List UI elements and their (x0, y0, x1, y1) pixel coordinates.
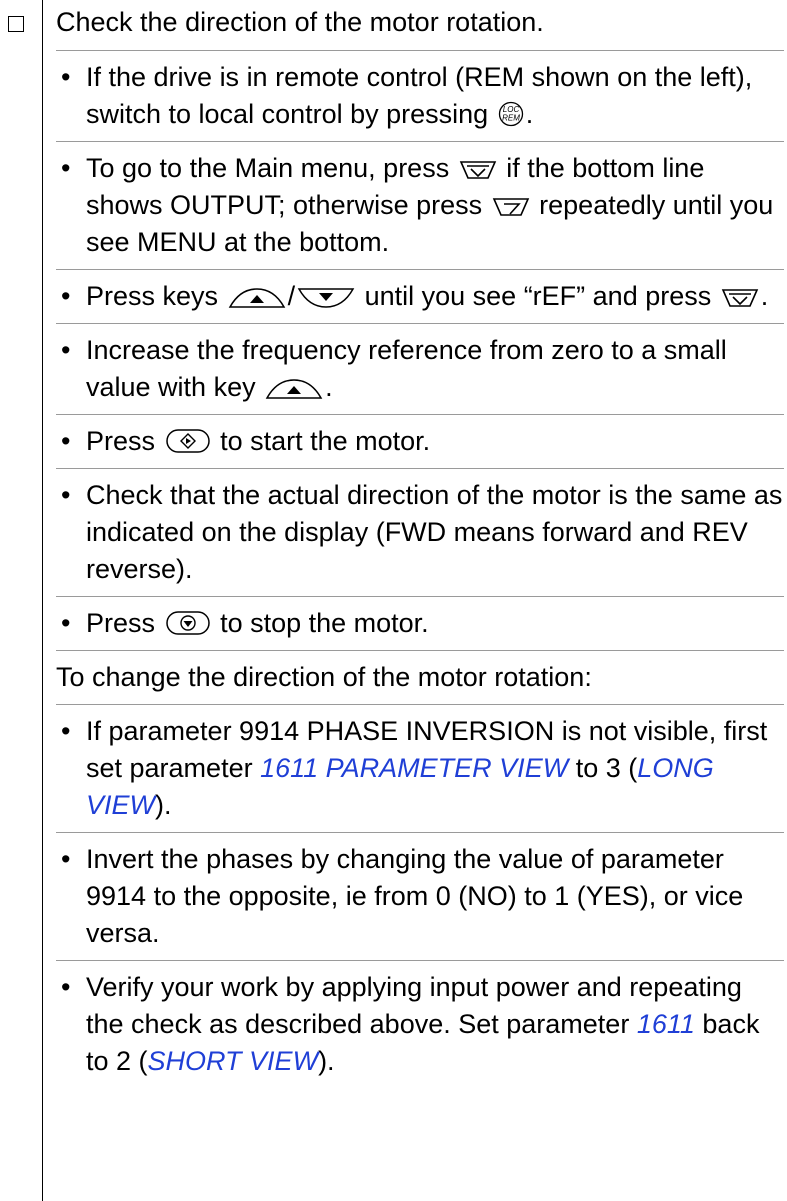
bullet: • (61, 335, 71, 365)
list-item: • Press to start the motor. (56, 415, 784, 468)
svg-text:REM: REM (502, 114, 520, 123)
parameter-value-link[interactable]: SHORT VIEW (148, 1046, 319, 1076)
change-direction-heading: To change the direction of the motor rot… (56, 662, 592, 692)
list-item: • Press to stop the motor. (56, 597, 784, 650)
step-heading: Check the direction of the motor rotatio… (56, 7, 544, 37)
menu-enter-key-icon (721, 287, 759, 309)
menu-enter-key-icon (459, 159, 497, 181)
list-item: • Invert the phases by changing the valu… (56, 833, 784, 960)
bullet: • (61, 608, 71, 638)
bullet: • (61, 153, 71, 183)
loc-rem-key-icon: LOC REM (498, 101, 524, 127)
procedure-content: Check the direction of the motor rotatio… (56, 0, 784, 1088)
bullet: • (61, 281, 71, 311)
up-arrow-key-icon (228, 287, 286, 309)
bullet: • (61, 426, 71, 456)
start-key-icon (165, 428, 211, 454)
parameter-link[interactable]: 1611 (637, 1009, 695, 1039)
list-item: • Increase the frequency reference from … (56, 324, 784, 414)
list-item: • If the drive is in remote control (REM… (56, 51, 784, 141)
list-item: • If parameter 9914 PHASE INVERSION is n… (56, 705, 784, 832)
stop-key-icon (165, 610, 211, 636)
step-checkbox[interactable] (8, 16, 24, 32)
list-item: • Verify your work by applying input pow… (56, 961, 784, 1088)
list-item: • To go to the Main menu, press if the b… (56, 142, 784, 269)
parameter-link[interactable]: 1611 PARAMETER VIEW (260, 753, 568, 783)
checkbox-column (0, 0, 43, 1201)
bullet: • (61, 716, 71, 746)
bullet: • (61, 972, 71, 1002)
list-item: • Press keys / until you see “rEF” and p… (56, 270, 784, 323)
up-arrow-key-icon (265, 378, 323, 400)
bullet: • (61, 480, 71, 510)
exit-key-icon (492, 196, 530, 218)
bullet: • (61, 844, 71, 874)
bullet: • (61, 62, 71, 92)
list-item: • Check that the actual direction of the… (56, 469, 784, 596)
down-arrow-key-icon (297, 287, 355, 309)
